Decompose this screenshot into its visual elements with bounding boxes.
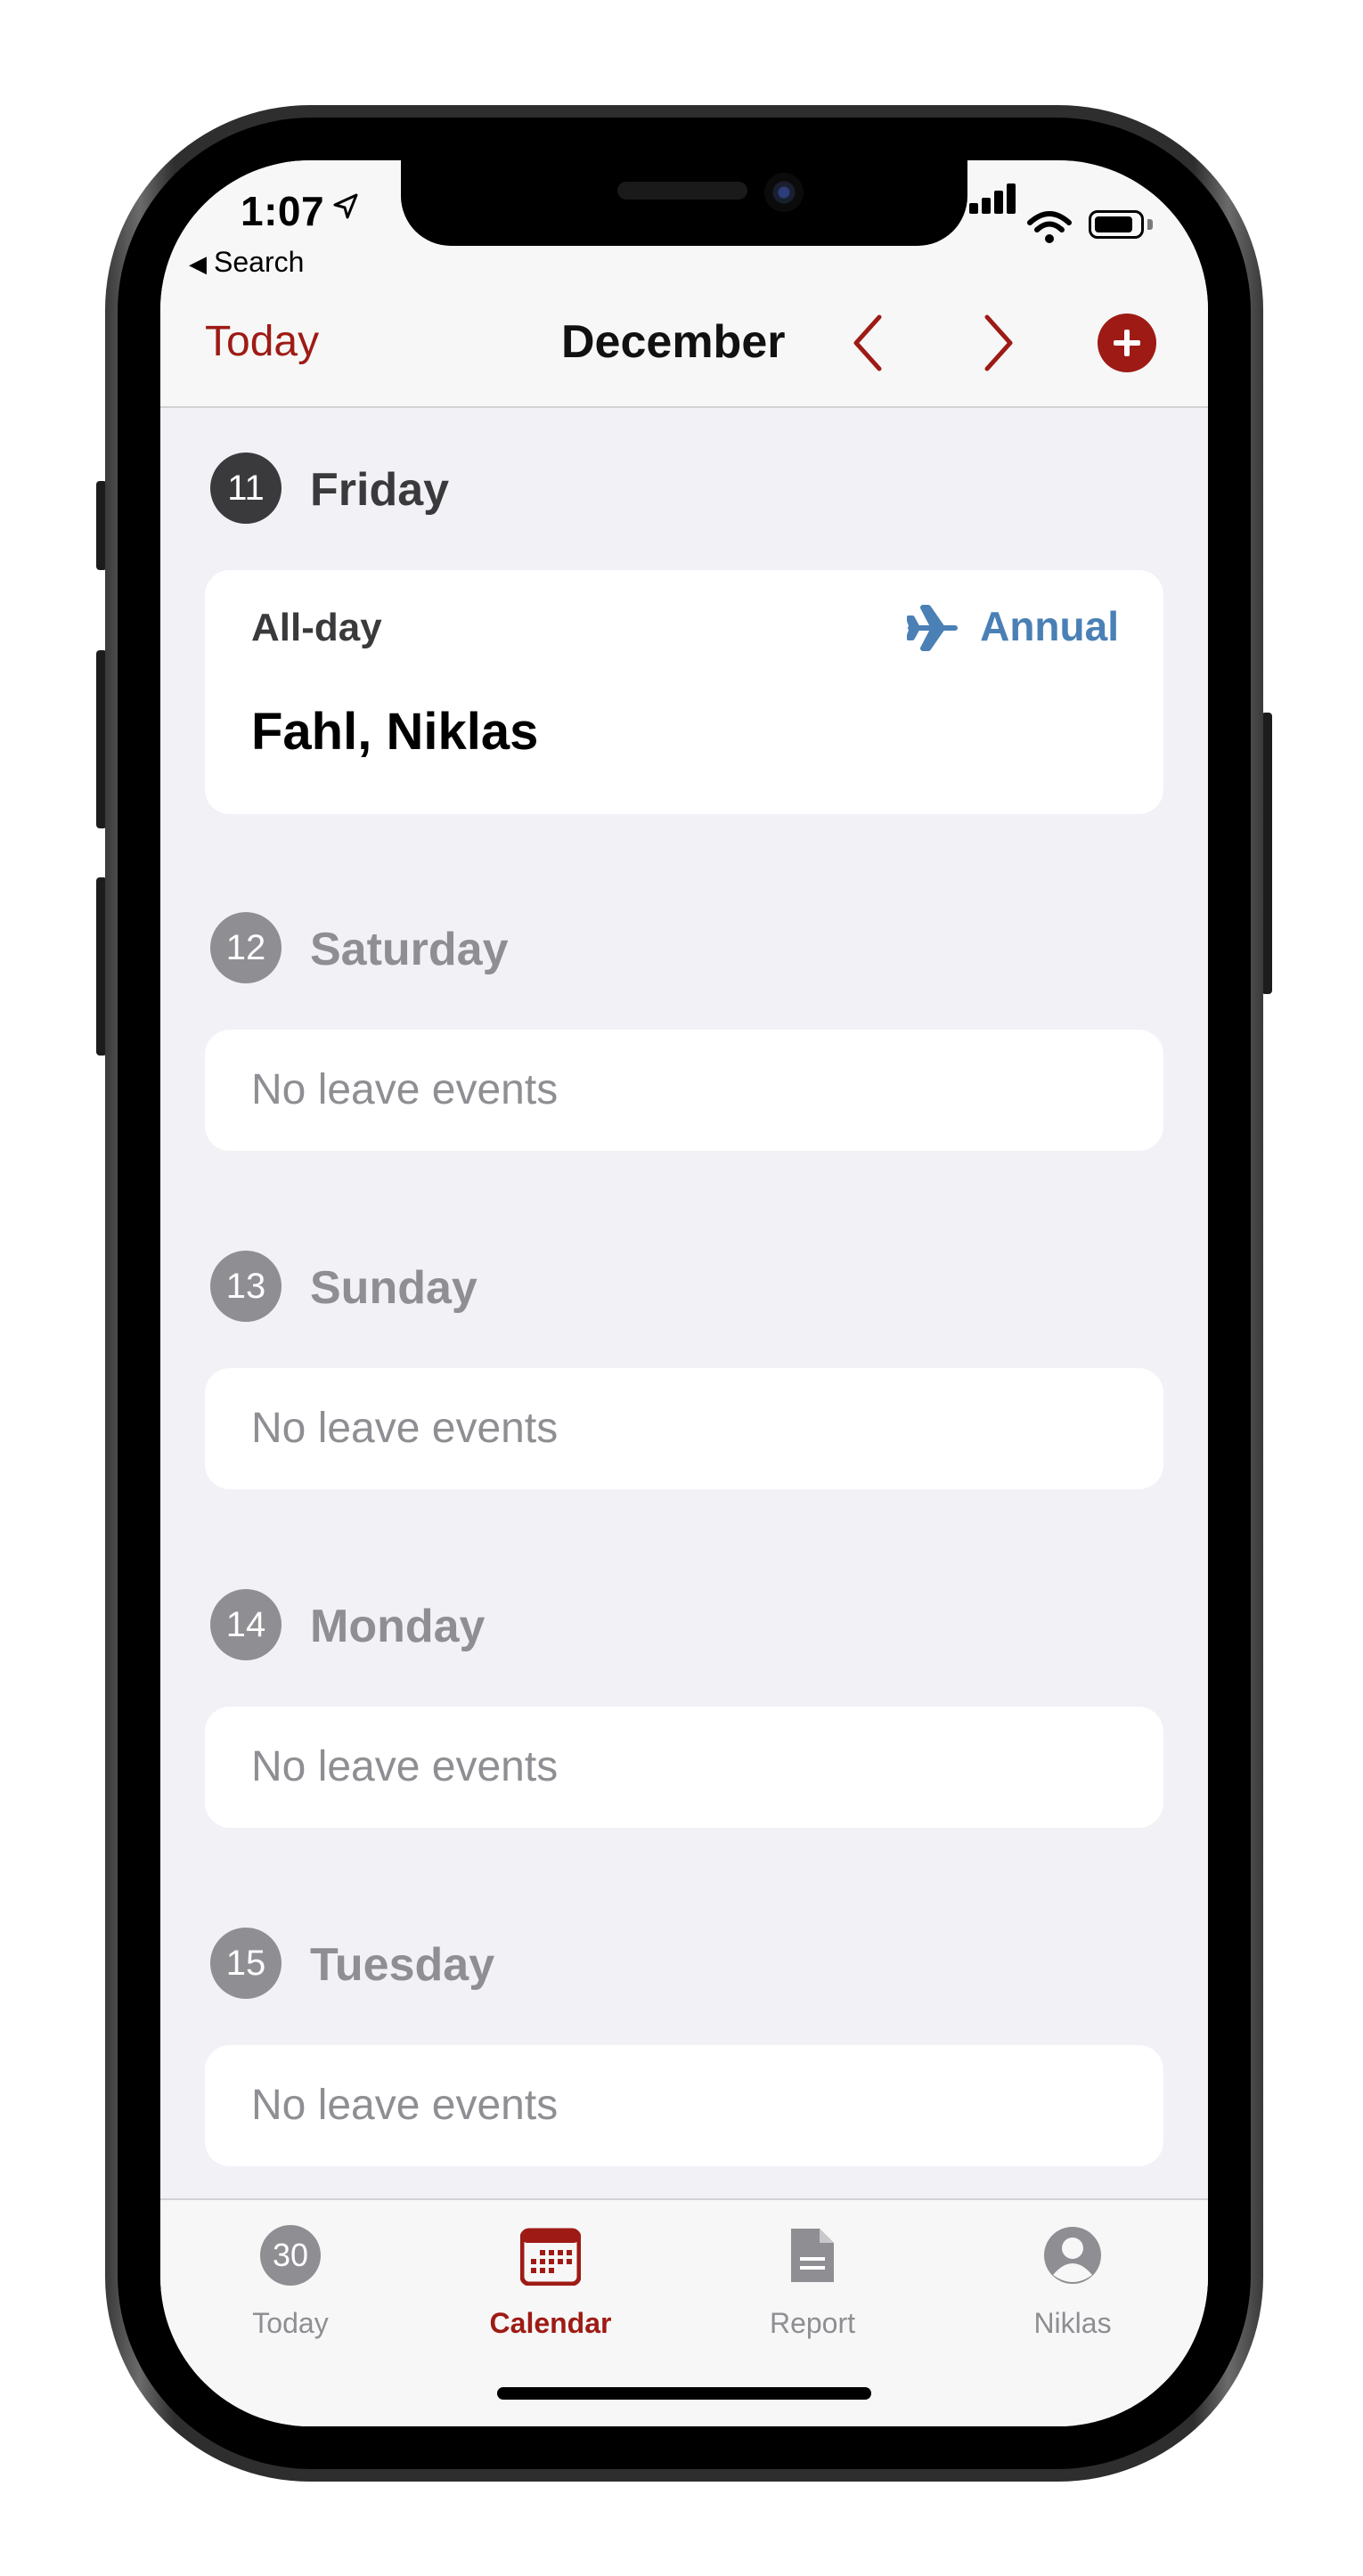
- month-title: December: [561, 316, 786, 368]
- leave-event-card[interactable]: All-day Annual Fahl, Niklas: [205, 570, 1163, 814]
- document-icon: [791, 2229, 834, 2282]
- location-arrow-icon: [333, 193, 358, 219]
- empty-day-card: No leave events: [205, 1368, 1163, 1489]
- day-number-badge: 12: [210, 912, 282, 983]
- tab-calendar[interactable]: Calendar: [453, 2225, 649, 2350]
- battery-tip: [1147, 219, 1153, 230]
- no-events-text: No leave events: [251, 1743, 559, 1790]
- no-events-text: No leave events: [251, 2082, 559, 2129]
- plus-icon[interactable]: [1098, 314, 1156, 372]
- tab-label: Today: [252, 2307, 329, 2339]
- day-number-badge: 13: [210, 1251, 282, 1322]
- tab-today[interactable]: 30 Today: [192, 2225, 388, 2350]
- status-time: 1:07: [241, 188, 325, 234]
- event-time-label: All-day: [251, 606, 382, 649]
- day-name: Friday: [310, 464, 450, 516]
- day-number-badge: 11: [210, 452, 282, 524]
- day-number-badge: 14: [210, 1589, 282, 1660]
- day-name: Monday: [310, 1601, 486, 1652]
- leave-type-text: Annual: [980, 603, 1119, 649]
- nav-bar: Today December: [160, 276, 1208, 408]
- employee-name: Fahl, Niklas: [251, 703, 539, 761]
- home-indicator[interactable]: [497, 2387, 871, 2400]
- day-name: Tuesday: [310, 1939, 495, 1991]
- no-events-text: No leave events: [251, 1066, 559, 1113]
- tab-label: Calendar: [489, 2307, 612, 2339]
- battery-icon: [1089, 210, 1144, 239]
- tab-report[interactable]: Report: [714, 2225, 910, 2350]
- back-triangle-icon: ◀: [189, 250, 207, 277]
- chevron-right-icon[interactable]: [971, 312, 1024, 374]
- phone-screen: 1:07 ◀ Search Today December 11 Friday A…: [160, 160, 1208, 2426]
- speaker-grille: [617, 182, 747, 200]
- chevron-left-icon[interactable]: [842, 312, 895, 374]
- tab-label: Niklas: [1033, 2307, 1112, 2339]
- notch: [401, 160, 967, 246]
- empty-day-card: No leave events: [205, 2045, 1163, 2166]
- today-button[interactable]: Today: [205, 317, 319, 366]
- tab-profile[interactable]: Niklas: [975, 2225, 1171, 2350]
- empty-day-card: No leave events: [205, 1707, 1163, 1828]
- person-icon: [1044, 2227, 1101, 2284]
- calendar-icon: [520, 2228, 581, 2286]
- tab-label: Report: [769, 2307, 856, 2339]
- back-search-label: Search: [214, 246, 305, 278]
- day-name: Sunday: [310, 1262, 477, 1314]
- front-camera: [764, 173, 804, 212]
- airplane-icon: [907, 605, 959, 651]
- leave-type-label: Annual: [907, 602, 1119, 656]
- wifi-icon: [1027, 211, 1072, 243]
- no-events-text: No leave events: [251, 1405, 559, 1452]
- empty-day-card: No leave events: [205, 1030, 1163, 1151]
- today-date-badge: 30: [260, 2225, 321, 2286]
- day-number-badge: 15: [210, 1928, 282, 1999]
- back-to-search-link[interactable]: ◀ Search: [189, 246, 304, 279]
- day-name: Saturday: [310, 924, 509, 975]
